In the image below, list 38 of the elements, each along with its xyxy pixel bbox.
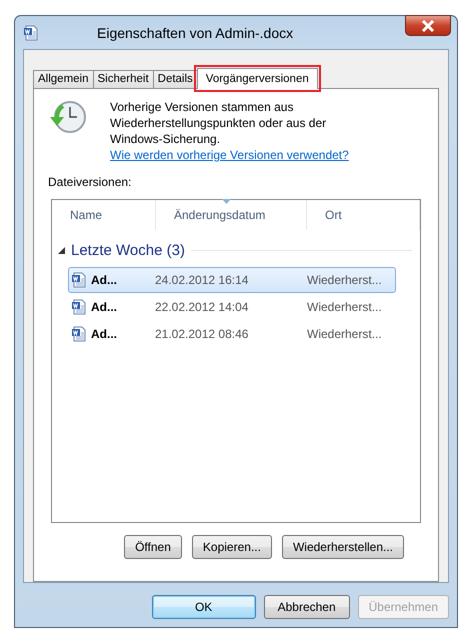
column-header[interactable]: Ort [307, 200, 420, 230]
file-name: Ad... [91, 327, 117, 341]
tab[interactable]: Details [152, 70, 198, 88]
intro-text: Vorherige Versionen stammen aus Wiederherstellungspunkten oder aus der Windows-Sicherung. Wie werden vorherige Versionen verwendet? [110, 99, 350, 163]
tab[interactable]: Vorgängerversionen [196, 68, 318, 89]
document-icon [23, 24, 39, 40]
action-button[interactable]: Kopieren... [192, 535, 272, 559]
column-header[interactable]: Änderungsdatum [156, 200, 307, 230]
date-cell-text: 22.02.2012 14:04 [155, 300, 250, 314]
version-row[interactable]: Ad... 24.02.2012 16:14 Wiederherst... [68, 267, 396, 293]
version-row[interactable]: Ad... 22.02.2012 14:04 Wiederherst... [68, 294, 396, 320]
word-document-icon [71, 272, 87, 288]
file-name: Ad... [91, 273, 117, 287]
column-header[interactable]: Name [52, 200, 156, 230]
version-row[interactable]: Ad... 21.02.2012 08:46 Wiederherst... [68, 321, 396, 347]
dialog-button[interactable]: Abbrechen [264, 595, 350, 619]
date-cell-text: 21.02.2012 08:46 [155, 327, 250, 341]
list-label: Dateiversionen: [48, 175, 132, 189]
close-button[interactable] [405, 15, 451, 36]
clock-restore-icon [48, 99, 88, 135]
collapse-triangle-icon[interactable] [58, 247, 65, 254]
location-cell-text: Wiederherst... [307, 327, 383, 341]
word-document-icon [71, 299, 87, 315]
location-cell-text: Wiederherst... [307, 300, 383, 314]
tab[interactable]: Sicherheit [92, 70, 154, 88]
tab[interactable]: Allgemein [33, 70, 94, 88]
help-link[interactable]: Wie werden vorherige Versionen verwendet? [110, 148, 349, 162]
group-header[interactable]: Letzte Woche (3) [71, 242, 185, 259]
window-title: Eigenschaften von Admin-.docx [97, 24, 294, 40]
action-button[interactable]: Öffnen [124, 535, 182, 559]
sort-arrow-icon [222, 199, 231, 204]
location-cell-text: Wiederherst... [307, 273, 383, 287]
action-button[interactable]: Wiederherstellen... [282, 535, 404, 559]
word-document-icon [71, 326, 87, 342]
date-cell-text: 24.02.2012 16:14 [155, 273, 250, 287]
dialog-button[interactable]: OK [152, 595, 256, 619]
file-name: Ad... [91, 300, 117, 314]
close-icon [421, 20, 435, 32]
